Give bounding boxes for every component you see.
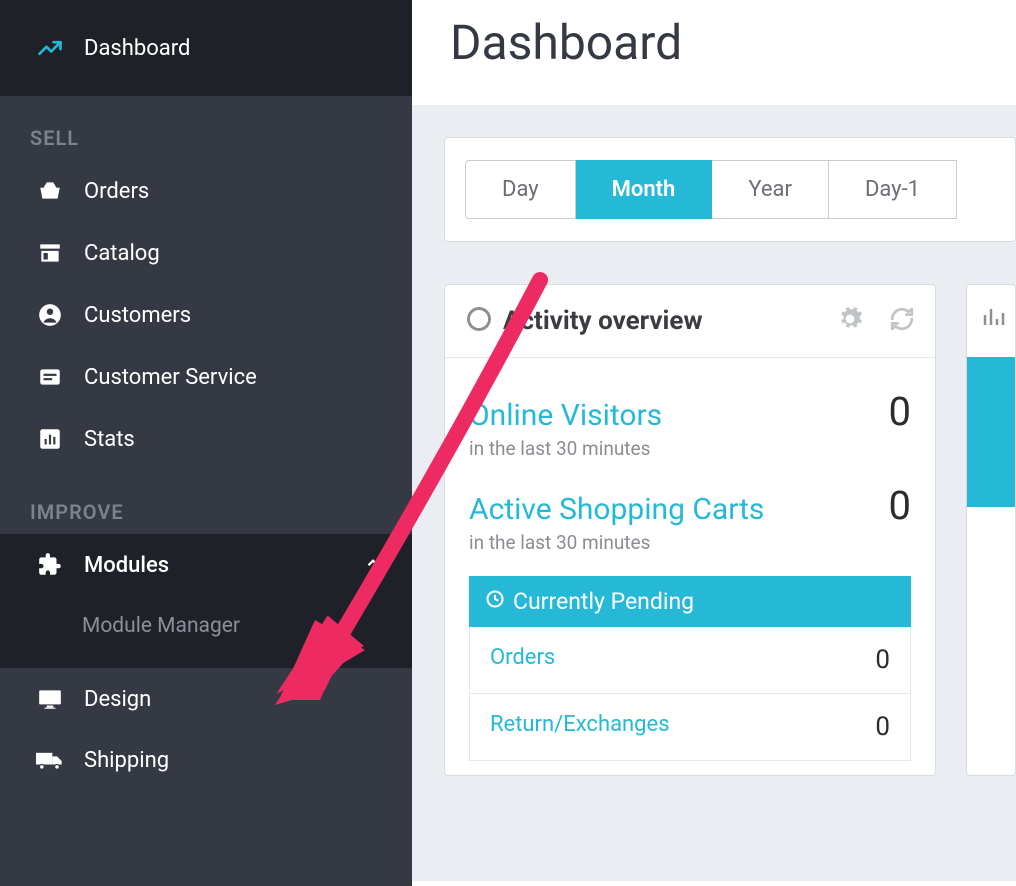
- refresh-circle-icon: [465, 305, 493, 337]
- metric-value: 0: [889, 388, 911, 435]
- message-icon: [30, 364, 70, 390]
- chevron-up-icon: [364, 553, 382, 578]
- time-tabs: Day Month Year Day-1: [445, 138, 1016, 241]
- bar-chart-icon: [967, 285, 1015, 353]
- refresh-icon[interactable]: [889, 306, 915, 336]
- pending-value: 0: [875, 712, 890, 742]
- sidebar-item-modules[interactable]: Modules: [0, 534, 412, 596]
- sidebar-item-catalog[interactable]: Catalog: [0, 222, 412, 284]
- user-circle-icon: [30, 302, 70, 328]
- tab-day-minus-1[interactable]: Day-1: [829, 160, 957, 219]
- sidebar-label: Customer Service: [84, 365, 257, 390]
- sidebar: Dashboard SELL Orders Catalog Customers …: [0, 0, 412, 886]
- puzzle-icon: [30, 552, 70, 578]
- pending-value: 0: [875, 645, 890, 675]
- sidebar-item-dashboard[interactable]: Dashboard: [0, 0, 412, 96]
- sidebar-item-design[interactable]: Design: [0, 668, 412, 730]
- sidebar-label: Catalog: [84, 241, 160, 266]
- metric-label: Online Visitors: [469, 398, 662, 433]
- chart-tab-active[interactable]: [967, 357, 1015, 507]
- sidebar-item-orders[interactable]: Orders: [0, 160, 412, 222]
- sidebar-item-customers[interactable]: Customers: [0, 284, 412, 346]
- monitor-icon: [30, 686, 70, 712]
- sidebar-label: Dashboard: [84, 36, 190, 61]
- sidebar-subitem-module-manager[interactable]: Module Manager: [0, 596, 412, 668]
- activity-header: Activity overview: [445, 285, 935, 358]
- section-header-sell: SELL: [0, 96, 412, 160]
- time-range-card: Day Month Year Day-1: [444, 137, 1016, 242]
- activity-overview-card: Activity overview Online Visitors 0: [444, 284, 936, 776]
- tab-day[interactable]: Day: [465, 160, 576, 219]
- pending-label: Orders: [490, 645, 555, 675]
- main-content: Dashboard Day Month Year Day-1 Activity …: [412, 0, 1016, 886]
- pending-list: Orders 0 Return/Exchanges 0: [469, 627, 911, 761]
- activity-title: Activity overview: [503, 306, 703, 336]
- metric-label: Active Shopping Carts: [469, 492, 764, 527]
- sidebar-label: Customers: [84, 303, 191, 328]
- sidebar-label: Shipping: [84, 748, 169, 773]
- sidebar-item-shipping[interactable]: Shipping: [0, 730, 412, 791]
- store-icon: [30, 240, 70, 266]
- sidebar-item-customer-service[interactable]: Customer Service: [0, 346, 412, 408]
- metric-sub: in the last 30 minutes: [469, 531, 911, 554]
- bar-chart-icon: [30, 426, 70, 452]
- pending-row-returns[interactable]: Return/Exchanges 0: [470, 694, 910, 760]
- section-header-improve: IMPROVE: [0, 470, 412, 534]
- gear-icon[interactable]: [837, 306, 863, 336]
- sidebar-label: Orders: [84, 179, 149, 204]
- metric-value: 0: [889, 482, 911, 529]
- metric-active-carts[interactable]: Active Shopping Carts 0: [469, 482, 911, 529]
- metric-online-visitors[interactable]: Online Visitors 0: [469, 388, 911, 435]
- stats-panel-partial: [966, 242, 1016, 776]
- tab-year[interactable]: Year: [712, 160, 829, 219]
- page-title: Dashboard: [412, 0, 1016, 105]
- clock-icon: [485, 588, 505, 615]
- sidebar-label: Modules: [84, 553, 169, 578]
- sidebar-label: Design: [84, 687, 151, 712]
- trending-up-icon: [30, 34, 70, 62]
- sidebar-item-stats[interactable]: Stats: [0, 408, 412, 470]
- truck-icon: [30, 750, 70, 772]
- metric-sub: in the last 30 minutes: [469, 437, 911, 460]
- content-area: Day Month Year Day-1 Activity overview: [412, 105, 1016, 881]
- sidebar-label: Stats: [84, 427, 135, 452]
- pending-row-orders[interactable]: Orders 0: [470, 627, 910, 694]
- tab-month[interactable]: Month: [576, 160, 713, 219]
- basket-icon: [30, 178, 70, 204]
- pending-label: Return/Exchanges: [490, 712, 670, 742]
- pending-header: Currently Pending: [469, 576, 911, 627]
- activity-body: Online Visitors 0 in the last 30 minutes…: [445, 358, 935, 761]
- pending-title: Currently Pending: [513, 588, 694, 615]
